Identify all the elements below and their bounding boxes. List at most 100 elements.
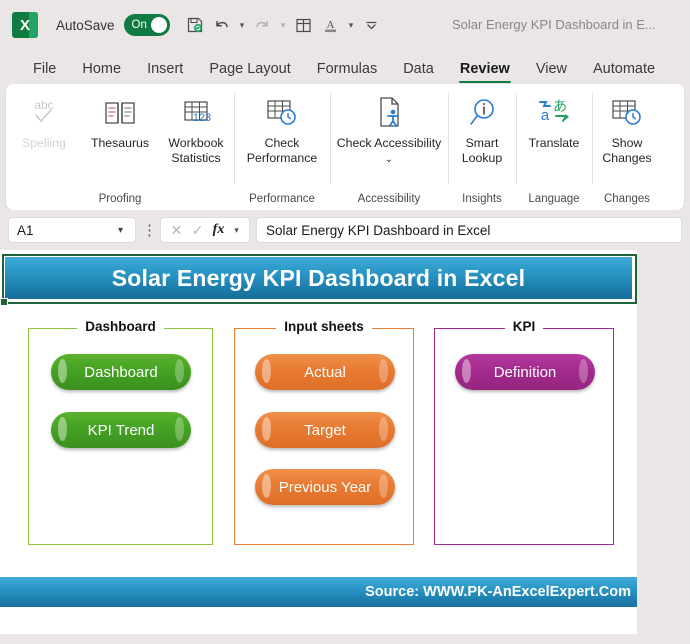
redo-icon[interactable] [250,12,276,38]
show-changes-icon [607,93,647,133]
spelling-button[interactable]: abc Spelling [6,90,82,151]
smart-lookup-button[interactable]: Smart Lookup [448,90,516,167]
title-bar: X AutoSave On ▾ ▾ A ▾ Solar Energy KPI D… [0,0,690,50]
sheet-button-dashboard[interactable]: Dashboard [51,354,191,390]
autosave-toggle[interactable]: On [123,14,170,36]
source-credit-text: Source: WWW.PK-AnExcelExpert.Com [365,584,631,600]
fill-handle[interactable] [0,298,8,306]
translate-label: Translate [528,136,580,150]
show-changes-button[interactable]: Show Changes [592,90,662,167]
group-label-insights: Insights [462,193,502,205]
group-label-performance: Performance [249,193,315,205]
dashboard-title-banner[interactable]: Solar Energy KPI Dashboard in Excel [4,256,633,300]
tab-file[interactable]: File [20,61,69,84]
worksheet-canvas[interactable]: Solar Energy KPI Dashboard in Excel Dash… [0,250,637,634]
worksheet-area: Solar Energy KPI Dashboard in Excel Dash… [0,250,690,634]
formula-action-buttons: ✕ ✓ fx ▾ [160,217,250,243]
workbook-statistics-label: Workbook Statistics [168,136,224,166]
undo-dropdown-chevron-down-icon[interactable]: ▾ [236,20,249,31]
quick-access-toolbar: ▾ ▾ A ▾ [182,12,385,38]
thesaurus-label: Thesaurus [90,136,150,150]
svg-text:a: a [541,107,550,124]
cancel-formula-icon[interactable]: ✕ [167,222,186,239]
group-label-accessibility: Accessibility [357,193,421,205]
group-box-kpi: KPI Definition [434,319,614,545]
smart-lookup-icon [464,93,500,133]
thesaurus-button[interactable]: Thesaurus [82,90,158,151]
sheet-button-kpi-trend[interactable]: KPI Trend [51,412,191,448]
check-accessibility-icon [369,93,409,133]
sheet-button-actual[interactable]: Actual [255,354,395,390]
tab-formulas[interactable]: Formulas [304,61,390,84]
autosave-state-text: On [131,19,147,31]
translate-icon: a あ [534,93,574,133]
check-performance-button[interactable]: Check Performance [234,90,330,167]
workbook-statistics-button[interactable]: 123 Workbook Statistics [158,90,234,167]
show-changes-label: Show Changes [602,136,652,166]
name-box-value: A1 [17,222,34,238]
svg-text:123: 123 [193,112,211,124]
toggle-knob [150,17,167,33]
table-icon[interactable] [291,12,317,38]
tab-home[interactable]: Home [69,61,134,84]
sheet-button-target[interactable]: Target [255,412,395,448]
font-color-icon[interactable]: A [318,12,344,38]
sheet-button-previous-year[interactable]: Previous Year [255,469,395,505]
group-box-input-sheets: Input sheets Actual Target Previous Year [234,319,414,545]
group-box-dashboard: Dashboard Dashboard KPI Trend [28,319,213,545]
tab-insert[interactable]: Insert [134,61,196,84]
smart-lookup-label: Smart Lookup [461,136,503,166]
formula-expand-chevron-down-icon[interactable]: ▾ [230,225,243,236]
autosave-label: AutoSave [56,17,115,33]
save-icon[interactable] [182,12,208,38]
tab-page-layout[interactable]: Page Layout [196,61,303,84]
thesaurus-icon [102,93,138,133]
formula-bar-options-icon[interactable]: ⋮ [142,221,157,239]
insert-function-icon[interactable]: fx [209,222,228,238]
group-label-language: Language [528,193,580,205]
check-accessibility-chevron-down-icon[interactable]: ⌄ [385,154,393,165]
group-title-kpi: KPI [435,318,613,336]
ribbon-group-insights: Smart Lookup Insights [448,84,516,210]
ribbon-group-accessibility: Check Accessibility ⌄ Accessibility [330,84,448,210]
excel-logo-icon: X [12,12,38,38]
ribbon-tabs: File Home Insert Page Layout Formulas Da… [0,50,690,84]
excel-logo-letter: X [19,16,30,34]
dashboard-title-text: Solar Energy KPI Dashboard in Excel [111,264,526,291]
sheet-button-definition[interactable]: Definition [455,354,595,390]
ribbon-group-proofing: abc Spelling Thesaurus 123 Workbook Stat… [6,84,234,210]
ribbon: abc Spelling Thesaurus 123 Workbook Stat… [6,84,684,210]
name-box[interactable]: A1 ▾ [8,217,136,243]
name-box-chevron-down-icon[interactable]: ▾ [114,225,127,236]
ribbon-group-changes: Show Changes Changes [592,84,662,210]
check-performance-label: Check Performance [246,136,318,166]
enter-formula-icon[interactable]: ✓ [188,222,207,239]
check-accessibility-label: Check Accessibility [336,136,442,150]
group-label-proofing: Proofing [98,193,142,205]
document-title: Solar Energy KPI Dashboard in E... [452,17,656,32]
group-title-dashboard: Dashboard [29,318,212,336]
ribbon-group-language: a あ Translate Language [516,84,592,210]
svg-text:A: A [327,19,335,31]
check-accessibility-label-wrap: Check Accessibility ⌄ [332,136,446,167]
svg-text:あ: あ [553,99,567,115]
group-title-input-sheets: Input sheets [235,318,413,336]
dashboard-footer-bar: Source: WWW.PK-AnExcelExpert.Com [0,577,637,607]
redo-dropdown-chevron-down-icon[interactable]: ▾ [277,20,290,31]
spelling-icon: abc [26,93,62,133]
check-performance-icon [262,93,302,133]
formula-input[interactable]: Solar Energy KPI Dashboard in Excel [256,217,682,243]
tab-automate[interactable]: Automate [580,61,668,84]
font-color-chevron-down-icon[interactable]: ▾ [345,20,358,31]
translate-button[interactable]: a あ Translate [516,90,592,151]
workbook-statistics-icon: 123 [178,93,214,133]
tab-view[interactable]: View [523,61,580,84]
tab-data[interactable]: Data [390,61,447,84]
undo-icon[interactable] [209,12,235,38]
tab-review[interactable]: Review [447,61,523,84]
formula-bar-row: A1 ▾ ⋮ ✕ ✓ fx ▾ Solar Energy KPI Dashboa… [0,210,690,250]
spelling-label: Spelling [22,136,66,150]
ribbon-group-performance: Check Performance Performance [234,84,330,210]
check-accessibility-button[interactable]: Check Accessibility ⌄ [330,90,448,167]
more-commands-icon[interactable] [359,12,385,38]
